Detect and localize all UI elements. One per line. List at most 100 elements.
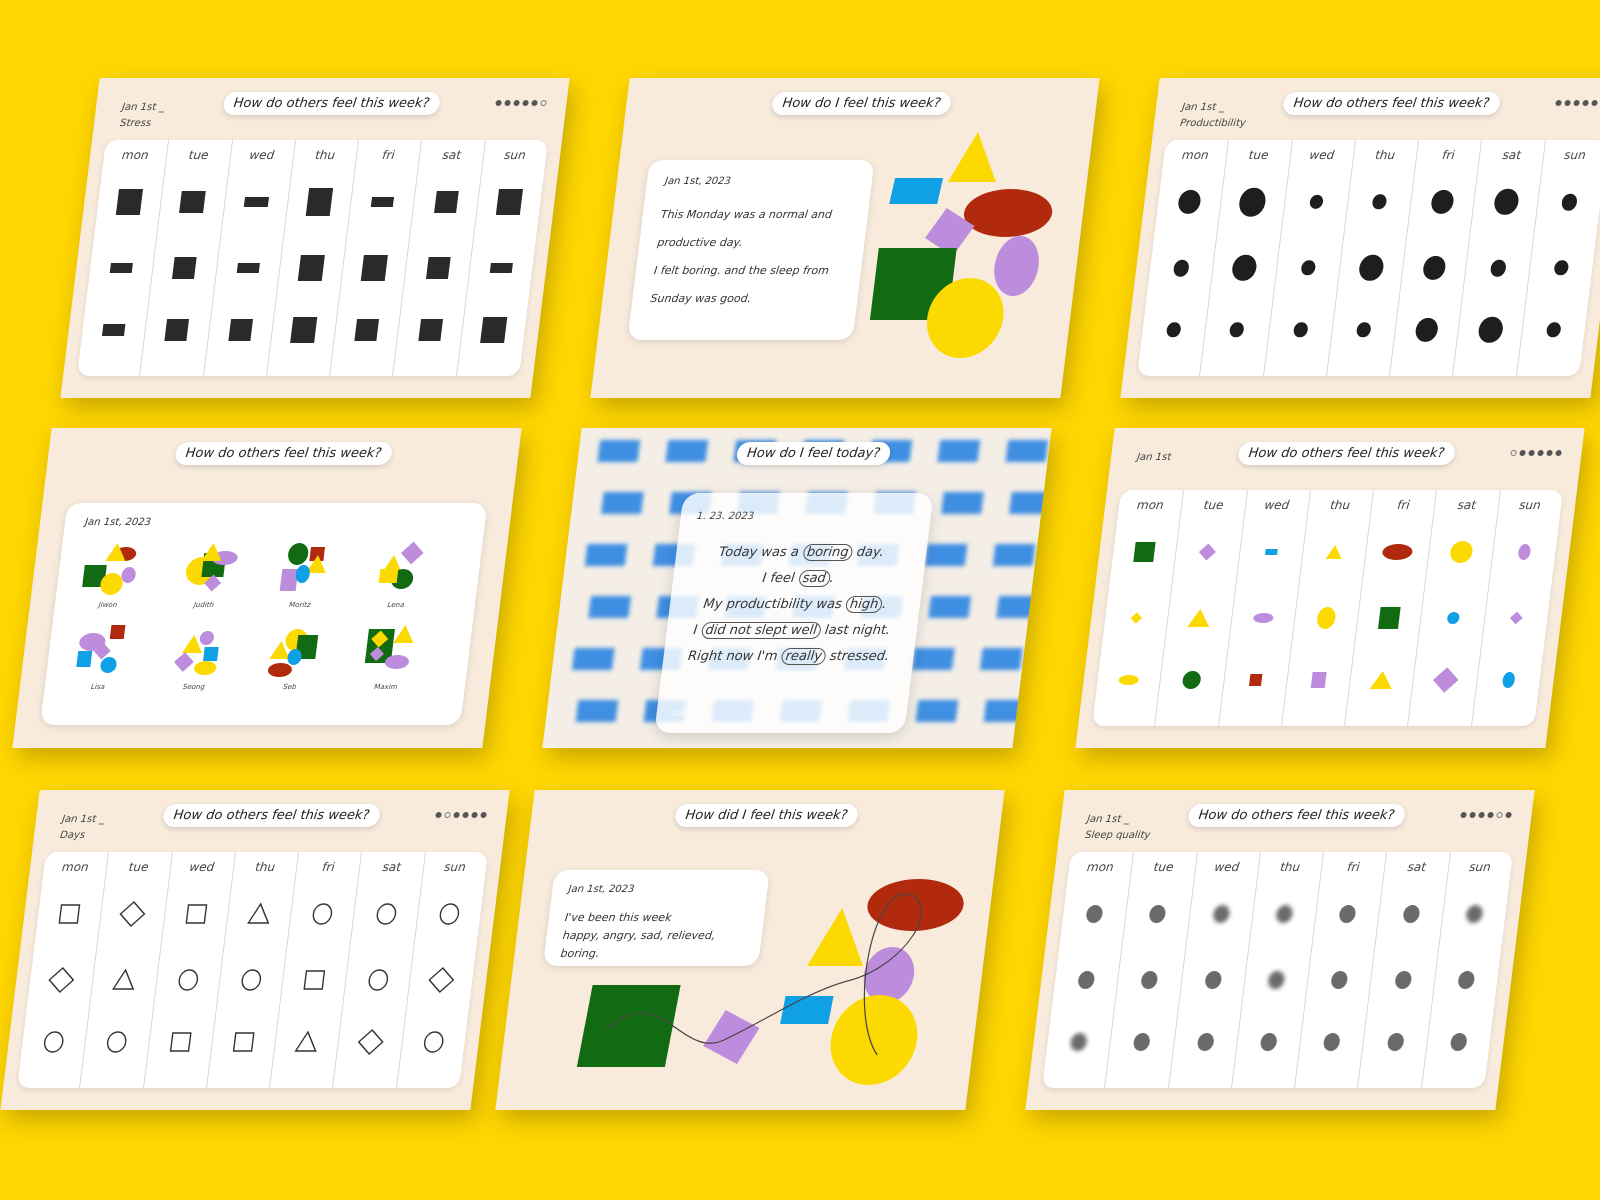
stress-block xyxy=(433,191,459,213)
selectable-word[interactable]: really xyxy=(780,648,827,665)
pagination-dots[interactable] xyxy=(495,100,547,106)
pattern-block xyxy=(584,544,628,566)
pagination-dots[interactable] xyxy=(435,812,487,818)
sleep-dot xyxy=(1203,971,1223,989)
pagination-dots[interactable] xyxy=(1460,812,1512,818)
pattern-block xyxy=(588,596,632,618)
sleep-card[interactable]: How do others feel this week? Jan 1st _ … xyxy=(1025,790,1535,1110)
pagination-dots[interactable] xyxy=(1555,100,1600,106)
journal-note: Jan 1st, 2023 This Monday was a normal a… xyxy=(627,160,875,340)
mood-composition-icon xyxy=(71,625,134,679)
note-date: Jan 1st, 2023 xyxy=(664,176,732,187)
card-meta: Jan 1st _ Productibility xyxy=(1179,100,1249,132)
card-title: How do I feel today? xyxy=(735,442,892,465)
square-shape xyxy=(1133,542,1156,562)
mood-composition-icon xyxy=(177,543,240,597)
card-meta: Jan 1st _ Stress xyxy=(119,100,165,132)
circle-outline xyxy=(439,903,460,925)
diamond-outline xyxy=(428,967,455,993)
circle-shape xyxy=(1448,541,1474,563)
sleep-dot xyxy=(1259,1033,1278,1051)
day-label: sun xyxy=(1468,860,1492,874)
user-avatar[interactable]: Lisa xyxy=(62,625,140,691)
avatar-name: Moritz xyxy=(288,601,312,609)
mood-composition xyxy=(576,879,964,1085)
selectable-word[interactable]: sad xyxy=(797,570,831,587)
user-avatar[interactable]: Moritz xyxy=(264,543,342,609)
others-card[interactable]: How do others feel this week? Jan 1st, 2… xyxy=(12,428,522,748)
pattern-block xyxy=(1009,492,1052,514)
pattern-block xyxy=(924,544,968,566)
feel-week-card[interactable]: How do I feel this week? Jan 1st, 2023 T… xyxy=(590,78,1100,398)
avatar-name: Lisa xyxy=(90,683,106,691)
productivity-dot xyxy=(1177,189,1203,215)
day-label: fri xyxy=(321,860,336,874)
productivity-dot xyxy=(1308,194,1324,210)
sentence-line: I did not slept well last night. xyxy=(692,622,892,639)
square-shape xyxy=(1248,674,1263,686)
sleep-dot xyxy=(1457,971,1476,989)
sleep-dot xyxy=(1338,905,1357,923)
stress-block xyxy=(354,319,380,341)
day-label: tue xyxy=(127,860,150,874)
sentence-line: I feel sad. xyxy=(761,570,835,587)
stress-card[interactable]: How do others feel this week? Jan 1st _ … xyxy=(60,78,570,398)
user-avatar[interactable]: Judith xyxy=(168,543,246,609)
ellipse-shape xyxy=(1517,544,1532,560)
user-avatar[interactable]: Lena xyxy=(360,541,438,609)
pattern-block xyxy=(941,492,984,514)
did-feel-card[interactable]: How did I feel this week? Jan 1st, 2023 … xyxy=(495,790,1005,1110)
sleep-dot xyxy=(1077,971,1096,989)
diamond-outline xyxy=(119,901,146,927)
triangle-outline xyxy=(247,902,270,924)
stress-block xyxy=(371,197,395,207)
mood-composition xyxy=(869,132,1053,358)
stress-block xyxy=(417,319,443,341)
stress-block xyxy=(164,319,190,341)
stress-block xyxy=(109,263,134,273)
ellipse-shape xyxy=(1315,607,1337,629)
feel-today-card[interactable]: How do I feel today? 1. 23. 2023 Today w… xyxy=(542,428,1052,748)
sleep-dot xyxy=(1465,905,1484,923)
day-label: fri xyxy=(1396,498,1411,512)
week-grid: mon tue wed thu fri sat sun xyxy=(17,852,489,1088)
sentence-line: Today was a boring day. xyxy=(718,544,885,561)
mood-shapes-card[interactable]: How do others feel this week? Jan 1st mo… xyxy=(1075,428,1585,748)
productivity-dot xyxy=(1165,322,1182,338)
diamond-outline xyxy=(357,1029,384,1055)
mood-composition-icon xyxy=(167,625,230,679)
user-avatar[interactable]: Seong xyxy=(158,625,236,691)
user-avatar[interactable]: Maxim xyxy=(350,625,428,691)
stress-block xyxy=(236,263,260,273)
days-card[interactable]: How do others feel this week? Jan 1st _ … xyxy=(0,790,510,1110)
selectable-word[interactable]: boring xyxy=(801,544,854,561)
sleep-dot xyxy=(1267,971,1286,989)
selectable-word[interactable]: high xyxy=(844,596,884,613)
card-meta: Jan 1st xyxy=(1136,450,1172,466)
sleep-dot xyxy=(1212,905,1231,923)
pattern-block xyxy=(1005,440,1049,462)
productivity-dot xyxy=(1229,322,1246,338)
stress-block xyxy=(479,317,508,343)
pattern-block xyxy=(937,440,981,462)
diamond-outline xyxy=(48,967,75,993)
square-outline xyxy=(185,904,208,924)
user-avatar[interactable]: Jiwon xyxy=(72,543,150,609)
card-title: How did I feel this week? xyxy=(674,804,859,827)
day-label: thu xyxy=(1374,148,1396,162)
circle-outline xyxy=(241,969,262,991)
sleep-dot xyxy=(1393,971,1412,989)
productivity-dot xyxy=(1489,259,1507,277)
circle-outline xyxy=(376,903,396,925)
card-title: How do others feel this week? xyxy=(222,92,441,115)
pattern-block xyxy=(597,440,641,462)
sleep-dot xyxy=(1386,1033,1405,1051)
diamond-shape xyxy=(1509,611,1523,625)
user-avatar[interactable]: Seb xyxy=(254,625,332,691)
submit-button[interactable]: submit xyxy=(670,708,706,719)
productivity-card[interactable]: How do others feel this week? Jan 1st _ … xyxy=(1120,78,1600,398)
sentence-line: My productibility was high. xyxy=(702,596,888,613)
pagination-dots[interactable] xyxy=(1510,450,1562,456)
productivity-dot xyxy=(1231,254,1259,282)
selectable-word[interactable]: did not slept well xyxy=(700,622,822,639)
